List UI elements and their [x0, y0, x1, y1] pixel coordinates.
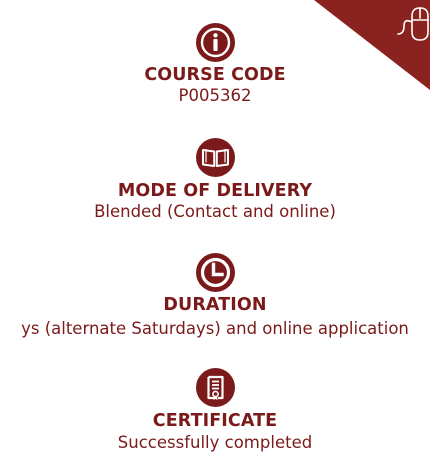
certificate-value: Successfully completed: [117, 433, 313, 452]
duration-title: DURATION: [163, 295, 267, 315]
duration-value: ys (alternate Saturdays) and online appl…: [21, 319, 409, 338]
mode-of-delivery-section: MODE OF DELIVERY Blended (Contact and on…: [0, 138, 430, 222]
course-code-title: COURSE CODE: [144, 65, 286, 85]
certificate-title: CERTIFICATE: [152, 411, 278, 431]
course-code-section: COURSE CODE P005362: [0, 23, 430, 106]
duration-section: DURATION ys (alternate Saturdays) and on…: [0, 253, 430, 339]
mode-of-delivery-title: MODE OF DELIVERY: [117, 181, 313, 201]
certificate-icon: [195, 368, 235, 407]
course-info-page: COURSE CODE P005362 MODE OF DELIVERY Ble…: [0, 0, 430, 466]
mode-of-delivery-value: Blended (Contact and online): [94, 202, 336, 221]
book-icon: [195, 138, 235, 177]
info-icon: [195, 23, 235, 62]
course-code-value: P005362: [178, 86, 252, 105]
clock-icon: [195, 253, 235, 292]
certificate-section: CERTIFICATE Successfully completed: [0, 368, 430, 453]
